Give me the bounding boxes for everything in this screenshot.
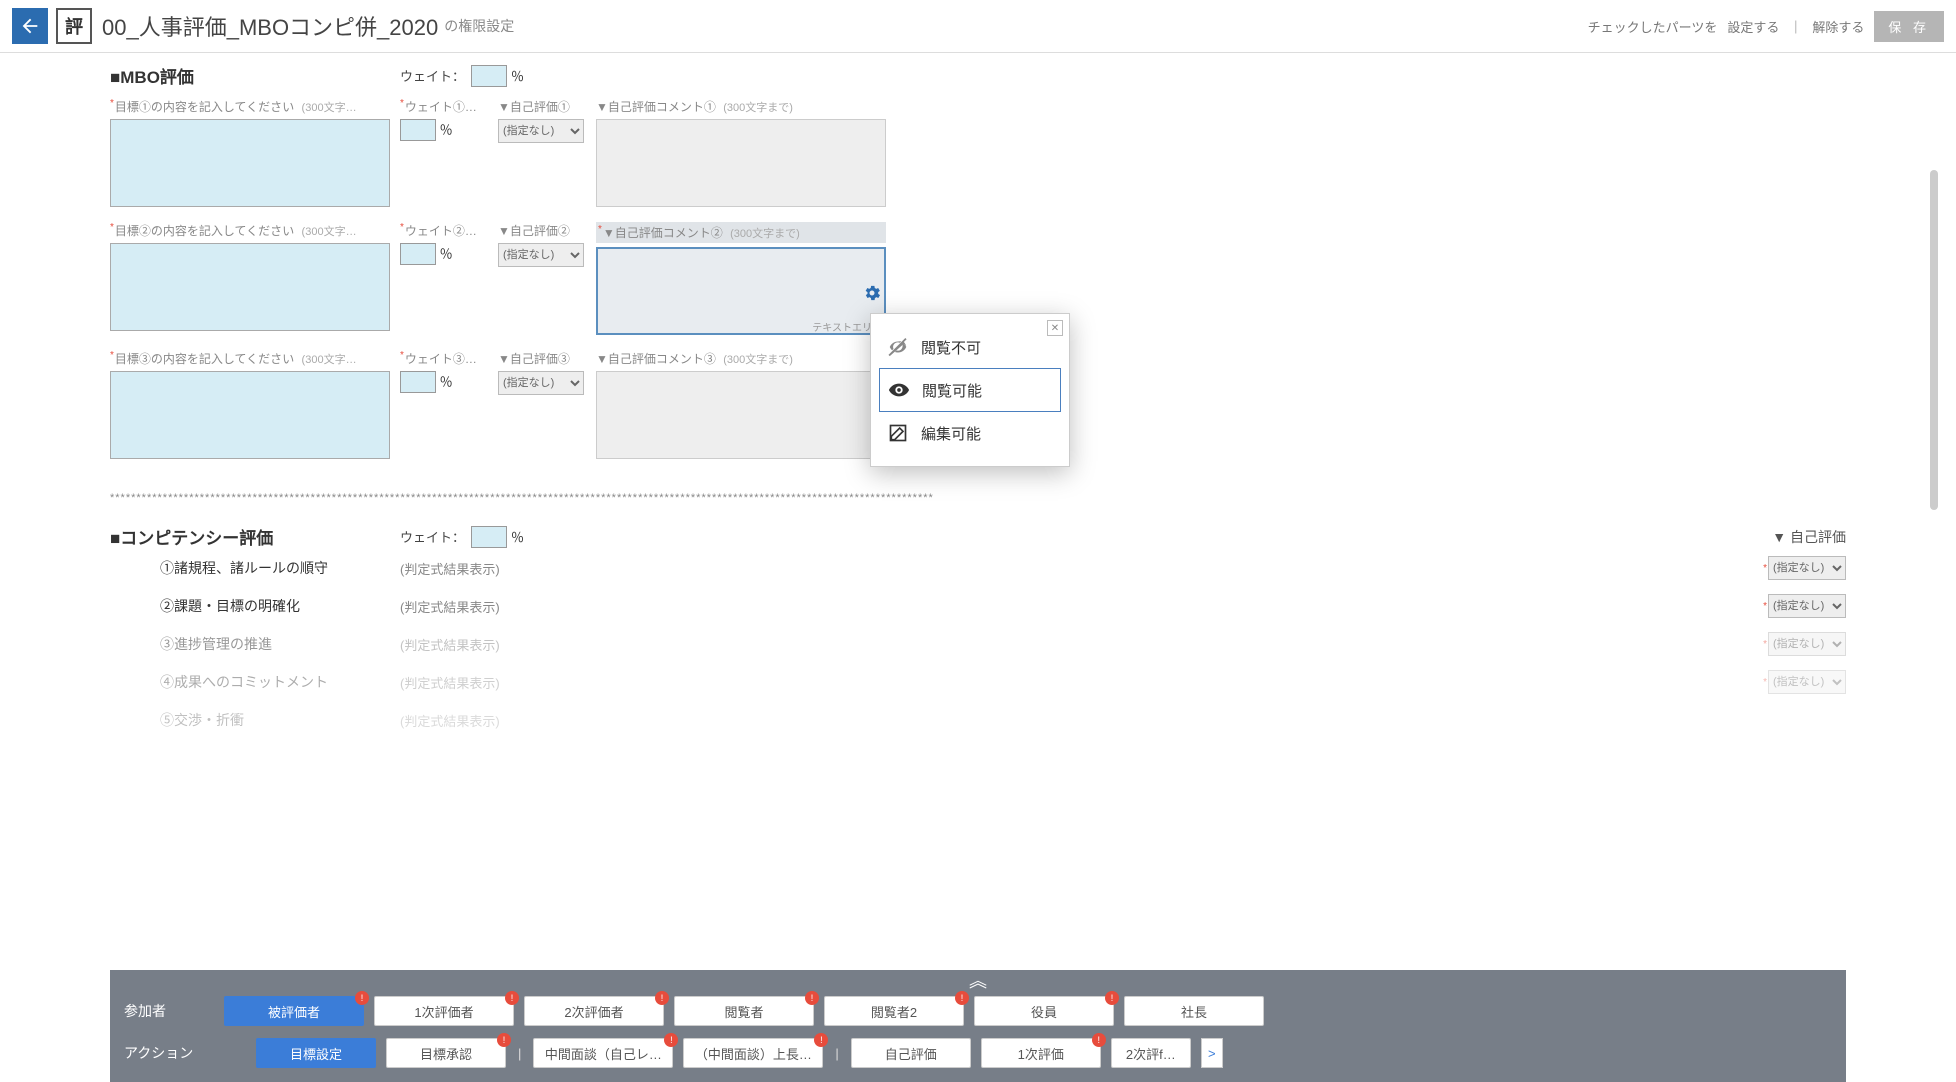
comment1-label: ▼自己評価コメント① (596, 100, 716, 114)
comp-item-5: ⑤交渉・折衝 (110, 710, 400, 730)
weight2-label: ウェイト②… (405, 224, 477, 238)
comp-item-1: ①諸規程、諸ルールの順守 (110, 558, 400, 578)
divider: ****************************************… (110, 492, 1846, 504)
mbo-section-title: ■MBO評価 (110, 63, 400, 88)
participants-label: 参加者 (124, 1001, 214, 1021)
close-icon[interactable]: ✕ (1047, 320, 1063, 336)
comp-select-1[interactable]: (指定なし) (1768, 556, 1846, 580)
comp-select-2[interactable]: (指定なし) (1768, 594, 1846, 618)
option-edit[interactable]: 編集可能 (879, 412, 1061, 454)
gear-icon[interactable] (862, 283, 882, 303)
goal3-textarea[interactable] (110, 371, 390, 459)
percent-label: ％ (511, 66, 524, 85)
comp-section-title: ■コンピテンシー評価 (110, 524, 400, 549)
page-title: 00_人事評価_MBOコンピ併_2020 (102, 10, 438, 42)
comp-item-4: ④成果へのコミットメント (110, 672, 400, 692)
goal2-label: 目標②の内容を記入してください (115, 224, 294, 238)
participant-president[interactable]: 社長 (1124, 996, 1264, 1026)
weight3-input[interactable] (400, 371, 436, 393)
selfeval2-select[interactable]: (指定なし) (498, 243, 584, 267)
comp-item-3: ③進捗管理の推進 (110, 634, 400, 654)
goal1-textarea[interactable] (110, 119, 390, 207)
edit-icon (887, 422, 909, 444)
set-link[interactable]: 設定する (1727, 17, 1779, 36)
comp-result-5: (判定式結果表示) (400, 711, 1846, 730)
scrollbar[interactable] (1930, 170, 1938, 510)
header-bar: 評 00_人事評価_MBOコンピ併_2020 の権限設定 チェックしたパーツを … (0, 0, 1956, 53)
weight1-label: ウェイト①… (405, 100, 477, 114)
mbo-weight-input[interactable] (471, 65, 507, 87)
comp-result-1: (判定式結果表示) (400, 559, 1763, 578)
comp-weight-input[interactable] (471, 526, 507, 548)
sep: ｜ (1789, 17, 1802, 36)
bottom-panel: ︽ 参加者 被評価者! 1次評価者! 2次評価者! 閲覧者! 閲覧者2! 役員!… (110, 970, 1846, 1082)
weight3-label: ウェイト③… (405, 352, 477, 366)
comp-select-3[interactable]: (指定なし) (1768, 632, 1846, 656)
weight1-input[interactable] (400, 119, 436, 141)
action-mid-mgr[interactable]: （中間面談）上長…! (683, 1038, 823, 1068)
comment1-textarea[interactable] (596, 119, 886, 207)
checked-parts-label: チェックしたパーツを (1588, 17, 1718, 36)
comp-result-4: (判定式結果表示) (400, 673, 1763, 692)
comp-result-3: (判定式結果表示) (400, 635, 1763, 654)
action-2nd-eval[interactable]: 2次評f… (1111, 1038, 1191, 1068)
mbo-row-1: *目標①の内容を記入してください (300文字… *ウェイト①… ％ ▼自己評価… (110, 98, 1846, 210)
action-goal-set[interactable]: 目標設定 (256, 1038, 376, 1068)
comp-selfeval-header: ▼ 自己評価 (1772, 527, 1846, 547)
selfeval3-select[interactable]: (指定なし) (498, 371, 584, 395)
option-view[interactable]: 閲覧可能 (879, 368, 1061, 412)
comment2-label: ▼自己評価コメント② (603, 226, 723, 240)
comment3-textarea[interactable] (596, 371, 886, 459)
option-noview[interactable]: 閲覧不可 (879, 326, 1061, 368)
participant-2nd[interactable]: 2次評価者! (524, 996, 664, 1026)
unset-link[interactable]: 解除する (1812, 17, 1864, 36)
eval-icon: 評 (56, 8, 92, 44)
participant-viewer2[interactable]: 閲覧者2! (824, 996, 964, 1026)
weight2-input[interactable] (400, 243, 436, 265)
permission-popup: ✕ 閲覧不可 閲覧可能 編集可能 (870, 313, 1070, 467)
comment3-label: ▼自己評価コメント③ (596, 352, 716, 366)
selfeval3-label: ▼自己評価③ (498, 350, 586, 367)
comp-select-4[interactable]: (指定なし) (1768, 670, 1846, 694)
selfeval2-label: ▼自己評価② (498, 222, 586, 239)
selfeval1-select[interactable]: (指定なし) (498, 119, 584, 143)
comp-item-2: ②課題・目標の明確化 (110, 596, 400, 616)
content-area: ■MBO評価 ウェイト： ％ *目標①の内容を記入してください (300文字… … (0, 53, 1956, 859)
participant-1st[interactable]: 1次評価者! (374, 996, 514, 1026)
eye-off-icon (887, 336, 909, 358)
action-mid-self[interactable]: 中間面談（自己レ…! (533, 1038, 673, 1068)
participant-evaluatee[interactable]: 被評価者! (224, 996, 364, 1026)
eye-icon (888, 379, 910, 401)
action-self-eval[interactable]: 自己評価 (851, 1038, 971, 1068)
chevron-up-icon[interactable]: ︽ (110, 974, 1846, 990)
goal2-textarea[interactable] (110, 243, 390, 331)
next-arrow[interactable]: > (1201, 1038, 1223, 1068)
goal3-label: 目標③の内容を記入してください (115, 352, 294, 366)
participant-viewer[interactable]: 閲覧者! (674, 996, 814, 1026)
save-button[interactable]: 保 存 (1874, 11, 1944, 42)
comp-result-2: (判定式結果表示) (400, 597, 1763, 616)
page-subtitle: の権限設定 (444, 16, 514, 36)
participant-exec[interactable]: 役員! (974, 996, 1114, 1026)
actions-label: アクション (124, 1043, 214, 1063)
mbo-weight-label: ウェイト： (400, 66, 465, 85)
back-button[interactable] (12, 8, 48, 44)
selfeval1-label: ▼自己評価① (498, 98, 586, 115)
comp-weight-label: ウェイト： (400, 527, 465, 546)
goal1-label: 目標①の内容を記入してください (115, 100, 294, 114)
action-1st-eval[interactable]: 1次評価! (981, 1038, 1101, 1068)
action-goal-approve[interactable]: 目標承認! (386, 1038, 506, 1068)
